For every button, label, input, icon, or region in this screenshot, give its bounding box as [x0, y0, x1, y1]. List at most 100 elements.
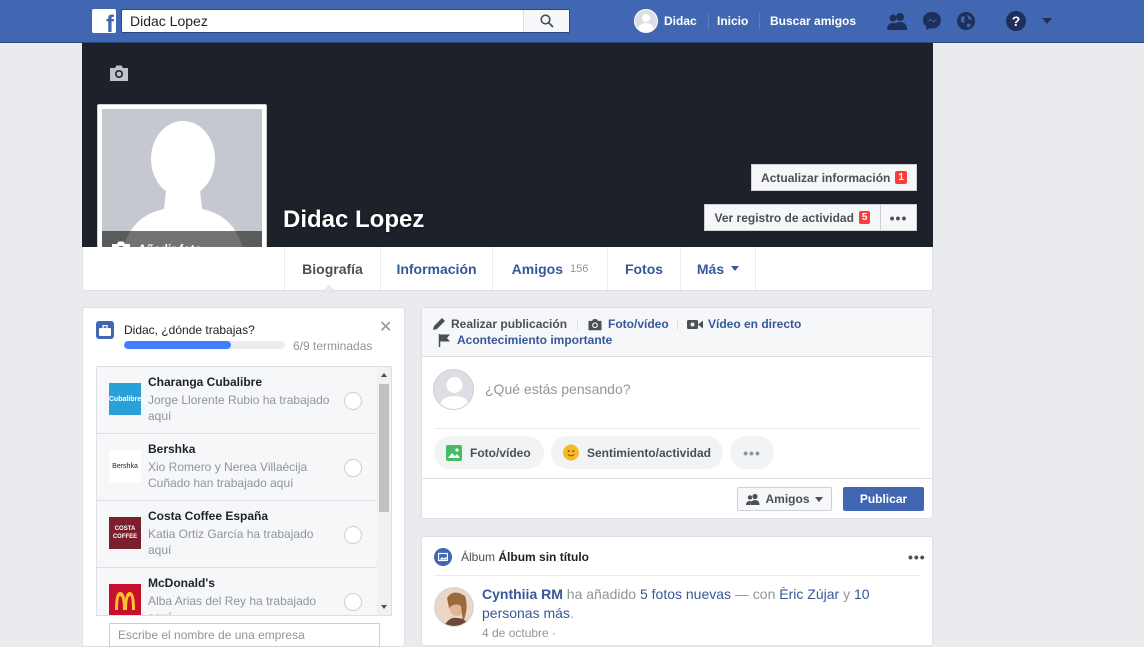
tab-amigos[interactable]: Amigos 156: [492, 247, 607, 290]
tab-label: Información: [396, 260, 477, 277]
nav-home-link[interactable]: Inicio: [717, 14, 748, 28]
list-item[interactable]: Cubalibre Charanga Cubalibre Jorge Llore…: [97, 367, 378, 434]
activity-log-button[interactable]: Ver registro de actividad 5: [704, 204, 881, 231]
company-logo-charanga: Cubalibre: [109, 383, 141, 415]
tab-label: Biografía: [302, 260, 363, 277]
account-menu-chevron-icon[interactable]: [1036, 10, 1058, 32]
life-event-option[interactable]: Acontecimiento importante: [438, 333, 612, 347]
video-camera-icon: [687, 319, 703, 329]
composer-footer: Amigos Publicar: [422, 478, 932, 518]
avatar: [634, 9, 658, 33]
post-with-text: — con: [731, 586, 780, 602]
company-name[interactable]: Charanga Cubalibre: [148, 375, 262, 389]
search-icon: [539, 14, 554, 28]
audience-label: Amigos: [765, 492, 810, 506]
messenger-icon[interactable]: [921, 10, 943, 32]
company-subtitle: Alba Arias del Rey ha trabajado aquí: [148, 594, 317, 615]
profile-progress-bar: [124, 341, 285, 349]
company-subtitle: Katia Ortiz García ha trabajado aquí: [148, 527, 314, 557]
update-cover-camera-icon[interactable]: [108, 64, 130, 82]
progress-label: 6/9 terminadas: [293, 339, 373, 353]
list-item[interactable]: Bershka Bershka Xio Romero y Nerea Villa…: [97, 434, 378, 501]
album-icon: [434, 548, 452, 566]
nav-separator: [708, 13, 709, 29]
tab-label: Fotos: [624, 260, 664, 277]
company-subtitle: Jorge Llorente Rubio ha trabajado aquí: [148, 393, 330, 423]
company-name[interactable]: Bershka: [148, 442, 195, 456]
tab-informacion[interactable]: Información: [380, 247, 492, 290]
nav-user-name: Didac: [664, 14, 697, 28]
create-post-option[interactable]: Realizar publicación: [432, 317, 567, 331]
live-video-option[interactable]: Vídeo en directo: [687, 317, 801, 331]
help-icon[interactable]: ?: [1005, 10, 1027, 32]
publish-button[interactable]: Publicar: [843, 487, 924, 511]
search-button[interactable]: [523, 10, 569, 32]
update-info-button[interactable]: Actualizar información 1: [751, 164, 917, 191]
company-name[interactable]: Costa Coffee España: [148, 509, 268, 523]
company-logo-bershka: Bershka: [109, 450, 141, 482]
list-item[interactable]: McDonald's Alba Arias del Rey ha trabaja…: [97, 568, 378, 615]
feeling-activity-pill[interactable]: Sentimiento/actividad: [551, 436, 723, 469]
company-name-input[interactable]: Escribe el nombre de una empresa: [109, 623, 380, 647]
close-icon[interactable]: ✕: [379, 317, 392, 337]
select-company-radio[interactable]: [344, 459, 362, 477]
pill-label: Sentimiento/actividad: [586, 445, 711, 460]
tab-fotos[interactable]: Fotos: [607, 247, 680, 290]
select-company-radio[interactable]: [344, 392, 362, 410]
list-scrollbar[interactable]: [377, 367, 391, 615]
pencil-icon: [433, 318, 445, 330]
nav-separator: [759, 13, 760, 29]
nav-find-friends-link[interactable]: Buscar amigos: [770, 14, 856, 28]
tab-label: Amigos: [511, 260, 563, 277]
search-input[interactable]: [122, 10, 522, 32]
notifications-globe-icon[interactable]: [955, 10, 977, 32]
svg-text:?: ?: [1012, 13, 1021, 29]
post-action-text: ha añadido: [562, 586, 640, 602]
more-options-pill[interactable]: •••: [730, 436, 774, 469]
chevron-down-icon: [731, 266, 740, 271]
avatar: [433, 369, 474, 410]
company-subtitle: Xio Romero y Nerea Villaécija Cuñado han…: [148, 460, 308, 490]
facebook-logo-icon[interactable]: f: [92, 9, 116, 33]
photo-video-pill[interactable]: Foto/vídeo: [434, 436, 544, 469]
activity-log-label: Ver registro de actividad: [714, 210, 854, 225]
author-link[interactable]: Cynthiia RM: [482, 586, 563, 602]
tagged-person-link[interactable]: Èric Zújar: [779, 586, 839, 602]
nav-profile-link[interactable]: Didac: [634, 9, 697, 33]
album-title[interactable]: Álbum sin título: [498, 550, 589, 564]
friend-requests-icon[interactable]: [886, 10, 908, 32]
album-header: Álbum Álbum sin título: [461, 550, 589, 564]
select-company-radio[interactable]: [344, 593, 362, 611]
post-options-menu[interactable]: •••: [908, 549, 926, 565]
post-and-text: y: [839, 586, 854, 602]
album-prefix: Álbum: [461, 550, 496, 564]
divider: [677, 319, 678, 330]
camera-icon: [588, 318, 602, 330]
briefcase-icon: [96, 321, 114, 339]
divider: [577, 319, 578, 330]
friends-icon: [746, 493, 760, 505]
company-name[interactable]: McDonald's: [148, 576, 215, 590]
divider: [434, 428, 920, 429]
post-composer: Realizar publicación Foto/vídeo Vídeo en…: [421, 307, 933, 519]
profile-name[interactable]: Didac Lopez: [283, 206, 424, 234]
option-label: Realizar publicación: [451, 317, 568, 331]
list-item[interactable]: COSTA COFFEE Costa Coffee España Katia Or…: [97, 501, 378, 568]
photo-video-option[interactable]: Foto/vídeo: [587, 317, 669, 331]
avatar[interactable]: [434, 587, 474, 627]
whats-on-your-mind-input[interactable]: ¿Qué estás pensando?: [485, 381, 631, 397]
activity-log-badge: 5: [858, 211, 871, 224]
post-end-text: .: [569, 605, 574, 621]
tab-biografia[interactable]: Biografía: [284, 247, 380, 290]
photos-link[interactable]: 5 fotos nuevas: [640, 586, 731, 602]
tab-mas[interactable]: Más: [680, 247, 756, 290]
audience-selector[interactable]: Amigos: [737, 487, 832, 511]
company-suggestion-list: Cubalibre Charanga Cubalibre Jorge Llore…: [96, 366, 392, 616]
work-prompt-card: Didac, ¿dónde trabajas? ✕ 6/9 terminadas…: [82, 307, 405, 647]
profile-more-button[interactable]: •••: [880, 204, 917, 231]
active-tab-indicator: [323, 285, 335, 292]
scroll-thumb[interactable]: [379, 384, 389, 512]
post-text: Cynthiia RM ha añadido 5 fotos nuevas — …: [482, 585, 902, 623]
tab-label: Más: [696, 260, 725, 277]
select-company-radio[interactable]: [344, 526, 362, 544]
